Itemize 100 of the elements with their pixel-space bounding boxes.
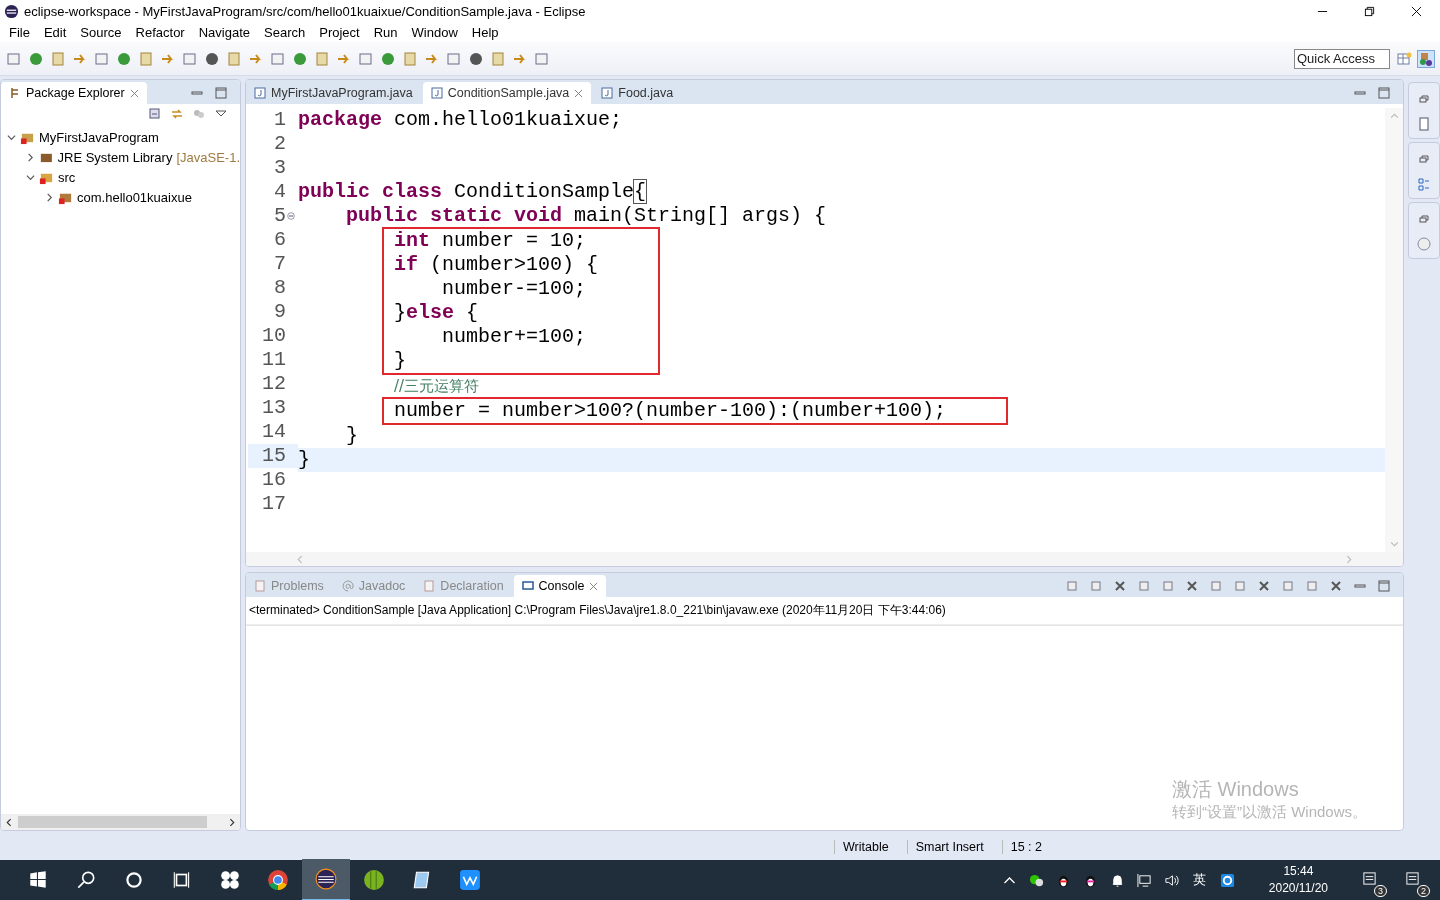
clock-time[interactable]: 15:44 [1283, 863, 1314, 880]
quick-access-field[interactable]: Quick Access [1294, 48, 1390, 69]
tree-item[interactable]: src [58, 169, 76, 185]
code-line: } [298, 448, 310, 471]
console-toolbar-icon[interactable] [1306, 580, 1318, 592]
line-number: 5 [274, 204, 286, 228]
collapsed-chevron-icon[interactable] [26, 152, 35, 162]
q-app-icon[interactable] [1219, 872, 1235, 888]
toolbar-icon[interactable] [380, 50, 396, 67]
console-toolbar-icon[interactable] [1162, 580, 1174, 592]
menu-item[interactable]: Refactor [128, 24, 192, 40]
expanded-chevron-icon[interactable] [7, 132, 16, 142]
toolbar-icon[interactable] [204, 50, 220, 67]
menu-item[interactable]: Help [464, 24, 506, 40]
tree-item-suffix: [JavaSE-1. [176, 149, 240, 165]
menu-item[interactable]: Window [404, 24, 465, 40]
editor-tab[interactable]: ConditionSample.java [422, 82, 592, 104]
editor-tab[interactable]: Food.java [593, 82, 682, 104]
java-perspective-icon[interactable] [1418, 50, 1434, 67]
console-toolbar-icon[interactable] [1330, 580, 1342, 592]
menu-item[interactable]: Navigate [191, 24, 257, 40]
line-number: 10 [262, 324, 286, 348]
close-icon[interactable] [1411, 5, 1422, 17]
code-line: public class ConditionSample{ [298, 180, 647, 203]
chat-icon[interactable] [1028, 872, 1044, 888]
menu-item[interactable]: File [2, 24, 37, 40]
clock-date[interactable]: 2020/11/20 [1268, 880, 1328, 897]
circle-icon[interactable] [123, 869, 145, 891]
menu-item[interactable]: Search [257, 24, 313, 40]
network-icon[interactable] [1136, 872, 1152, 888]
view-icon[interactable] [1416, 176, 1432, 192]
chrome-icon[interactable] [267, 869, 289, 891]
java-file-icon [254, 87, 266, 99]
volume-icon[interactable] [1163, 872, 1179, 888]
windows-start-icon[interactable] [27, 869, 49, 891]
search-icon[interactable] [75, 869, 97, 891]
java-file-icon [430, 87, 443, 99]
console-toolbar-icon[interactable] [1066, 580, 1078, 592]
code-line: } [346, 424, 358, 447]
code-line: package com.hello01kuaixue; [298, 108, 623, 131]
filter-icon[interactable] [193, 108, 205, 120]
problems-icon [254, 580, 266, 592]
view-tab[interactable]: Console [513, 575, 607, 597]
notification-icon[interactable] [1362, 871, 1377, 886]
line-number: 9 [274, 300, 286, 324]
menu-item[interactable]: Project [312, 24, 367, 40]
java-file-icon [601, 87, 614, 99]
line-number: 15 [262, 444, 286, 468]
menu-item[interactable]: Source [73, 24, 129, 40]
view-icon[interactable] [1416, 236, 1432, 252]
tree-item[interactable]: JRE System Library [57, 149, 173, 165]
console-toolbar-icon[interactable] [1282, 580, 1294, 592]
scroll-left-icon[interactable] [5, 817, 14, 827]
status-field: Writable [834, 839, 907, 854]
notification-badge: 3 [1374, 885, 1387, 897]
console-toolbar-icon[interactable] [1138, 580, 1150, 592]
line-number: 6 [274, 228, 286, 252]
line-number: 13 [262, 396, 286, 420]
console-toolbar-icon[interactable] [1210, 580, 1222, 592]
maximize-icon[interactable] [1378, 87, 1390, 99]
line-number: 4 [274, 180, 286, 204]
console-toolbar-icon[interactable] [1114, 580, 1126, 592]
fold-icon[interactable] [287, 212, 295, 220]
open-perspective-icon[interactable] [1396, 50, 1412, 67]
console-toolbar-icon[interactable] [1234, 580, 1246, 592]
wps-icon[interactable] [459, 869, 481, 891]
toolbar-icon[interactable] [28, 50, 44, 67]
expanded-chevron-icon[interactable] [26, 172, 35, 182]
line-number: 14 [262, 420, 286, 444]
javadoc-icon [341, 580, 354, 592]
toolbar-icon[interactable] [468, 50, 484, 67]
console-toolbar-icon[interactable] [1258, 580, 1270, 592]
toolbar-icon[interactable] [116, 50, 132, 67]
console-toolbar-icon[interactable] [1186, 580, 1198, 592]
input-method-indicator[interactable]: 英 [1192, 871, 1206, 889]
collapse-all-icon[interactable] [149, 108, 161, 120]
menu-item[interactable]: Run [366, 24, 405, 40]
code-line: int number = 10; [394, 229, 587, 252]
view-icon[interactable] [1416, 116, 1432, 132]
link-icon[interactable] [171, 108, 183, 120]
code-line: number-=100; [442, 277, 587, 300]
line-number: 16 [262, 468, 286, 492]
ball-app-icon[interactable] [363, 869, 385, 891]
scroll-right-icon[interactable] [227, 817, 236, 827]
notification-badge: 2 [1417, 885, 1430, 897]
console-toolbar-icon[interactable] [1090, 580, 1102, 592]
eclipse-icon[interactable] [315, 868, 337, 890]
maximize-icon[interactable] [215, 87, 227, 99]
tree-item[interactable]: MyFirstJavaProgram [39, 129, 159, 145]
collapsed-chevron-icon[interactable] [45, 192, 54, 202]
menu-item[interactable]: Edit [36, 24, 74, 40]
editor-tab[interactable]: MyFirstJavaProgram.java [246, 82, 421, 104]
pinwheel-icon[interactable] [219, 869, 241, 891]
code-line: } [394, 349, 406, 372]
tree-item[interactable]: com.hello01kuaixue [77, 189, 192, 205]
restore-icon[interactable] [1364, 5, 1375, 17]
toolbar-icon[interactable] [292, 50, 308, 67]
maximize-icon[interactable] [1378, 580, 1390, 592]
notification-icon[interactable] [1405, 871, 1420, 886]
line-number: 1 [274, 108, 286, 132]
